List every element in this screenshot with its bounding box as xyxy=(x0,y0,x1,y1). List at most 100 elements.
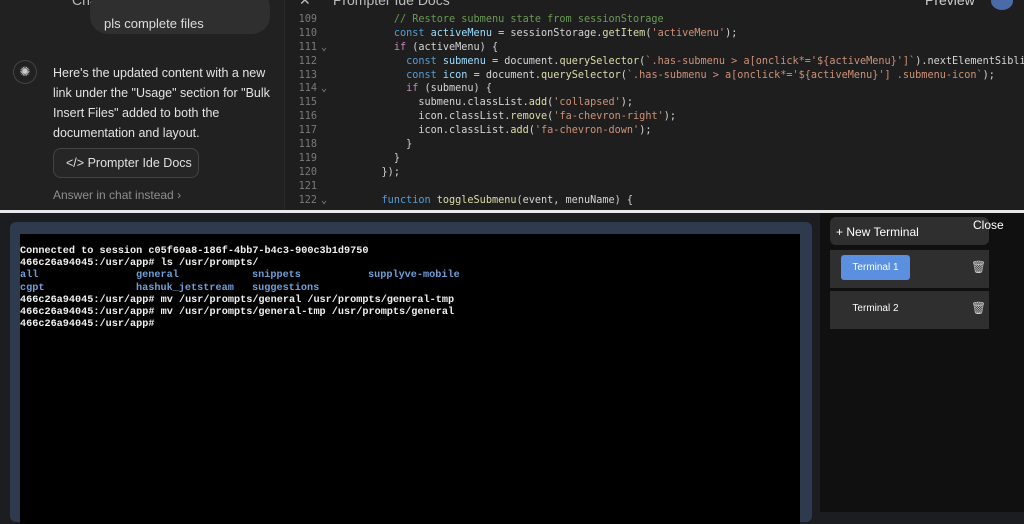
directory-name: supplyve-mobile xyxy=(368,270,460,282)
answer-in-chat-link[interactable]: Answer in chat instead › xyxy=(53,188,181,202)
doc-button-label: Prompter Ide Docs xyxy=(87,156,192,170)
code-icon: </> xyxy=(66,156,85,170)
code-token: = document. xyxy=(473,69,542,81)
code-token: icon.classList. xyxy=(418,111,511,123)
code-line: 113 const icon = document.querySelector(… xyxy=(285,69,1024,83)
fold-gutter xyxy=(321,152,357,166)
code-token: ); xyxy=(663,111,676,123)
code-token: add xyxy=(510,125,529,137)
code-token: function xyxy=(381,194,437,206)
fold-chevron-icon[interactable]: ⌄ xyxy=(321,194,357,208)
code-token: icon.classList. xyxy=(418,125,511,137)
code-line: 116 icon.classList.remove('fa-chevron-ri… xyxy=(285,110,1024,124)
code-token: (event, menuName) { xyxy=(516,194,634,206)
terminal-line: 466c26a94045:/usr/app# ls /usr/prompts/ xyxy=(20,258,259,270)
code-token: } xyxy=(393,152,400,164)
ls-output-row: all general snippets supplyve-mobile xyxy=(20,270,800,282)
code-token: 'activeMenu' xyxy=(651,27,726,39)
line-number: 113 xyxy=(298,69,317,81)
code-line: 122 ⌄ function toggleSubmenu(event, menuN… xyxy=(285,194,1024,208)
line-number: 109 xyxy=(298,14,317,25)
fold-gutter xyxy=(321,55,357,69)
canvas-title[interactable]: Prompter Ide Docs xyxy=(333,0,450,8)
line-number: 118 xyxy=(298,139,317,151)
directory-name: general xyxy=(136,270,179,282)
code-token: `.has-submenu > a[onclick*='${activeMenu… xyxy=(626,69,983,81)
code-token: 'fa-chevron-down' xyxy=(534,125,640,137)
code-token: getItem xyxy=(602,27,646,39)
code-line: 118 } xyxy=(285,138,1024,152)
code-editor[interactable]: ✕ Prompter Ide Docs Preview 109 // Resto… xyxy=(284,0,1024,211)
code-token: = document. xyxy=(491,55,560,67)
line-number: 116 xyxy=(298,111,317,123)
chatgpt-canvas-window: ChatGPT 4o pls complete files ✺ Here's t… xyxy=(0,0,1024,211)
terminal-line: Connected to session c05f60a8-186f-4bb7-… xyxy=(20,246,369,257)
code-token: `.has-submenu > a[onclick*='${activeMenu… xyxy=(645,55,916,67)
code-token: submenu.classList. xyxy=(418,97,529,109)
code-token: remove xyxy=(510,111,548,123)
code-line: 110 const activeMenu = sessionStorage.ge… xyxy=(285,27,1024,41)
line-number: 114 xyxy=(298,83,317,95)
code-token: } xyxy=(406,139,413,151)
chat-panel: ChatGPT 4o pls complete files ✺ Here's t… xyxy=(0,0,284,211)
line-number: 119 xyxy=(298,152,317,164)
ls-output-row: cgpt hashuk_jetstream suggestions xyxy=(20,283,800,295)
code-token: if xyxy=(393,41,413,53)
code-line: 111 ⌄ if (activeMenu) { xyxy=(285,41,1024,55)
code-line: 109 // Restore submenu state from sessio… xyxy=(285,13,1024,27)
code-token: if xyxy=(406,83,425,95)
code-token: const xyxy=(406,55,443,67)
code-line: 119 } xyxy=(285,152,1024,166)
code-token: add xyxy=(528,97,548,109)
close-button[interactable]: Close xyxy=(973,218,1004,232)
fold-gutter xyxy=(321,110,357,124)
fold-chevron-icon[interactable]: ⌄ xyxy=(321,41,357,55)
directory-name: snippets xyxy=(252,270,301,282)
code-token: querySelector xyxy=(541,69,621,81)
code-token: }); xyxy=(381,166,400,178)
fold-gutter xyxy=(321,180,357,194)
new-terminal-button[interactable]: + New Terminal xyxy=(830,217,989,245)
line-number: 117 xyxy=(298,125,317,137)
terminal-tab-1[interactable]: Terminal 1 xyxy=(841,255,910,280)
assistant-message: Here's the updated content with a new li… xyxy=(53,66,270,140)
code-lines[interactable]: 109 // Restore submenu state from sessio… xyxy=(285,13,1024,207)
code-token: toggleSubmenu xyxy=(436,194,517,206)
fold-gutter xyxy=(321,27,357,41)
line-number: 122 xyxy=(298,194,317,206)
fold-gutter xyxy=(321,124,357,138)
directory-name: suggestions xyxy=(252,282,320,294)
code-token: submenu xyxy=(442,55,492,67)
user-message-bubble: pls complete files xyxy=(90,0,270,34)
code-token: = sessionStorage. xyxy=(498,27,603,39)
code-token: ).nextElementSibling; xyxy=(915,55,1024,67)
code-token: ); xyxy=(620,97,634,109)
code-token: (activeMenu) { xyxy=(412,41,499,53)
terminal-line: 466c26a94045:/usr/app# mv /usr/prompts/g… xyxy=(20,306,455,318)
code-token: 'fa-chevron-right' xyxy=(553,111,664,123)
code-token: (submenu) { xyxy=(424,83,492,95)
line-number: 115 xyxy=(298,97,317,109)
fold-chevron-icon[interactable]: ⌄ xyxy=(321,82,357,96)
trash-icon[interactable]: 🗑 xyxy=(971,301,986,315)
terminal-output[interactable]: Connected to session c05f60a8-186f-4bb7-… xyxy=(20,234,800,524)
code-token: icon xyxy=(442,69,474,81)
code-line: 112 const submenu = document.querySelect… xyxy=(285,55,1024,69)
preview-button[interactable]: Preview xyxy=(925,0,975,8)
directory-name: hashuk_jetstream xyxy=(136,282,234,294)
close-canvas-icon[interactable]: ✕ xyxy=(299,0,311,9)
chatgpt-logo-icon: ✺ xyxy=(13,60,37,84)
code-line: 117 icon.classList.add('fa-chevron-down'… xyxy=(285,124,1024,138)
open-doc-button[interactable]: </> Prompter Ide Docs xyxy=(53,148,199,178)
terminal-tab-2[interactable]: Terminal 2 xyxy=(841,296,910,321)
code-token: ); xyxy=(725,27,738,39)
code-token: ); xyxy=(639,125,652,137)
line-number: 111 xyxy=(298,41,317,53)
fold-gutter xyxy=(321,138,357,152)
line-number: 112 xyxy=(298,55,317,67)
directory-name: all xyxy=(20,270,39,282)
fold-gutter xyxy=(321,166,357,180)
fold-gutter xyxy=(321,13,357,27)
trash-icon[interactable]: 🗑 xyxy=(971,260,986,274)
avatar[interactable] xyxy=(991,0,1013,10)
